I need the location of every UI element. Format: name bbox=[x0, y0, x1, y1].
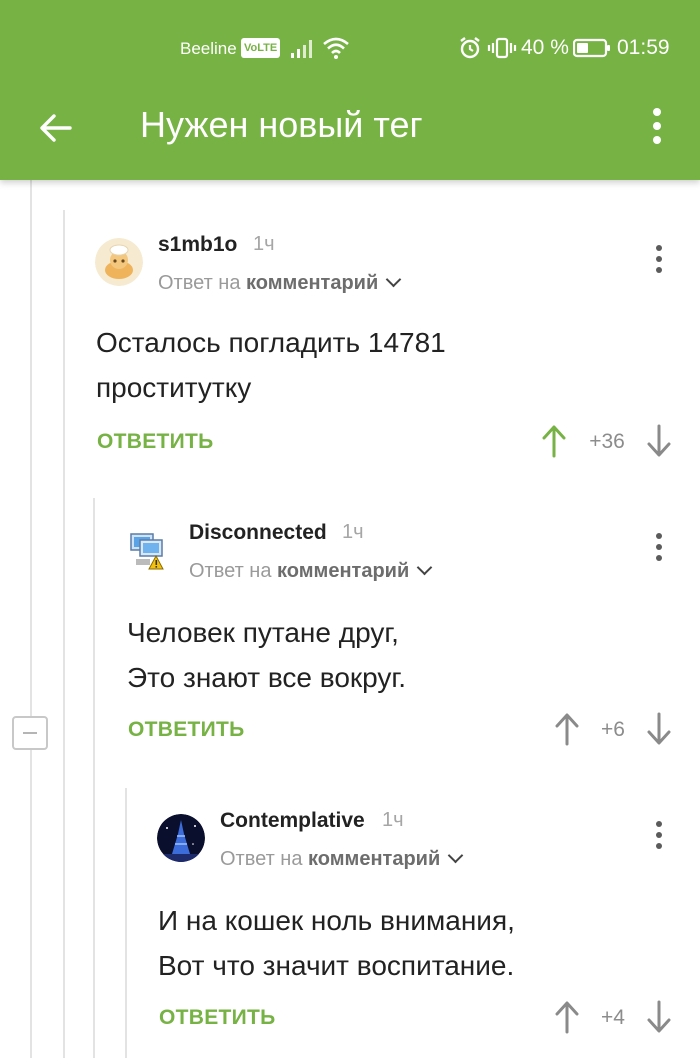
reply-to-prefix: Ответ на bbox=[158, 272, 241, 294]
comment-time: 1ч bbox=[253, 233, 275, 255]
more-vert-icon[interactable] bbox=[649, 818, 669, 852]
reply-button[interactable]: ОТВЕТИТЬ bbox=[128, 718, 245, 742]
reply-button[interactable]: ОТВЕТИТЬ bbox=[159, 1006, 276, 1030]
comment-text-line: Это знают все вокруг. bbox=[127, 662, 406, 693]
volte-badge: VoLTE bbox=[241, 38, 281, 58]
app-bar: Beeline VoLTE 40 % 01:59 Нужен новый тег bbox=[0, 0, 700, 180]
arrow-up-icon[interactable] bbox=[555, 1000, 579, 1034]
arrow-down-icon[interactable] bbox=[647, 712, 671, 746]
avatar[interactable] bbox=[95, 238, 143, 286]
thread-line bbox=[30, 750, 32, 1058]
comment: s1mb1o 1ч Ответ на комментарий Осталось … bbox=[95, 230, 685, 470]
chevron-down-icon bbox=[447, 847, 464, 864]
reply-to-target: комментарий bbox=[246, 272, 379, 294]
toolbar: Нужен новый тег bbox=[0, 84, 700, 170]
comment-text: Человек путане друг, Это знают все вокру… bbox=[127, 610, 406, 700]
battery-icon bbox=[573, 38, 610, 58]
battery-percent: 40 % bbox=[521, 36, 569, 59]
reply-to-link[interactable]: Ответ на комментарий bbox=[220, 847, 464, 871]
thread-line bbox=[93, 498, 95, 1058]
avatar[interactable] bbox=[157, 814, 205, 862]
more-vert-icon[interactable] bbox=[640, 104, 674, 148]
comment-text-line: Человек путане друг, bbox=[127, 617, 399, 648]
back-arrow-icon[interactable] bbox=[34, 106, 78, 150]
avatar-image bbox=[130, 533, 164, 570]
avatar[interactable] bbox=[126, 526, 174, 574]
comment-time: 1ч bbox=[342, 521, 364, 543]
avatar-image bbox=[157, 814, 205, 862]
comment-text-line: Вот что значит воспитание. bbox=[158, 950, 515, 981]
arrow-down-icon[interactable] bbox=[647, 424, 671, 458]
reply-to-link[interactable]: Ответ на комментарий bbox=[189, 559, 433, 583]
comment-text-line: проститутку bbox=[96, 372, 252, 403]
vote-score: +6 bbox=[601, 718, 625, 741]
avatar-image bbox=[95, 238, 143, 286]
reply-to-prefix: Ответ на bbox=[220, 848, 303, 870]
chevron-down-icon bbox=[385, 271, 402, 288]
reply-to-prefix: Ответ на bbox=[189, 560, 272, 582]
alarm-icon bbox=[460, 37, 480, 59]
page-title: Нужен новый тег bbox=[140, 104, 423, 145]
reply-to-target: комментарий bbox=[277, 560, 410, 582]
vote-score: +4 bbox=[601, 1006, 625, 1029]
comment: Contemplative 1ч Ответ на комментарий И … bbox=[157, 806, 685, 1046]
signal-icon bbox=[291, 40, 312, 58]
comment-text-line: Осталось погладить 14781 bbox=[96, 327, 446, 358]
comment-author[interactable]: Contemplative bbox=[220, 809, 365, 833]
comment-text: И на кошек ноль внимания, Вот что значит… bbox=[158, 898, 515, 988]
thread-line bbox=[30, 180, 32, 716]
comment-author[interactable]: Disconnected bbox=[189, 521, 327, 545]
comment-text: Осталось погладить 14781 проститутку bbox=[96, 320, 446, 410]
carrier-label: Beeline bbox=[180, 39, 237, 58]
comment: Disconnected 1ч Ответ на комментарий Чел… bbox=[126, 518, 685, 758]
vote-score: +36 bbox=[589, 430, 625, 453]
status-bar: Beeline VoLTE 40 % 01:59 bbox=[0, 28, 700, 72]
comment-time: 1ч bbox=[382, 809, 404, 831]
comment-author[interactable]: s1mb1o bbox=[158, 233, 237, 257]
thread-line bbox=[63, 210, 65, 1058]
vibrate-icon bbox=[487, 37, 517, 59]
arrow-down-icon[interactable] bbox=[647, 1000, 671, 1034]
chevron-down-icon bbox=[416, 559, 433, 576]
arrow-up-icon[interactable] bbox=[542, 424, 566, 458]
reply-button[interactable]: ОТВЕТИТЬ bbox=[97, 430, 214, 454]
collapse-minus-icon[interactable] bbox=[12, 716, 48, 750]
arrow-up-icon[interactable] bbox=[555, 712, 579, 746]
more-vert-icon[interactable] bbox=[649, 242, 669, 276]
wifi-icon bbox=[323, 37, 349, 59]
reply-to-target: комментарий bbox=[308, 848, 441, 870]
comment-text-line: И на кошек ноль внимания, bbox=[158, 905, 515, 936]
reply-to-link[interactable]: Ответ на комментарий bbox=[158, 271, 402, 295]
thread-line bbox=[125, 788, 127, 1058]
status-clock: 01:59 bbox=[617, 36, 670, 59]
more-vert-icon[interactable] bbox=[649, 530, 669, 564]
